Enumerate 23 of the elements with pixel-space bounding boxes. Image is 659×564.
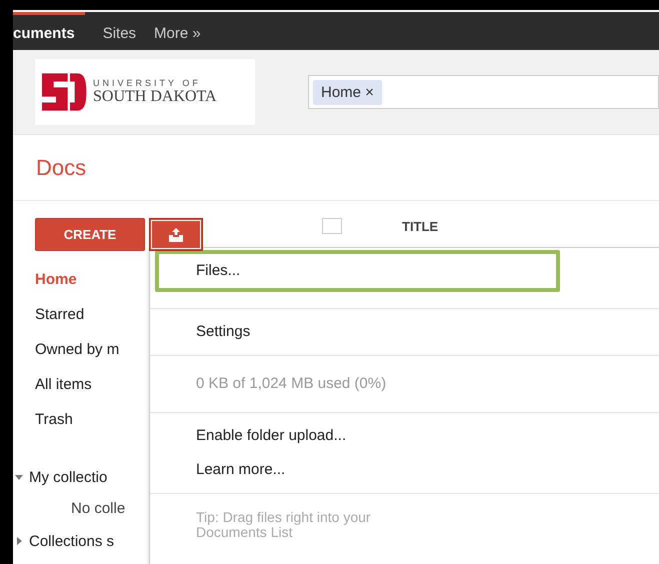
app-title: Docs [36,154,86,180]
search-field[interactable]: Home × [308,75,659,109]
logo-text: UNIVERSITY OF [93,78,202,88]
sidebar-item[interactable]: All items [35,374,149,395]
menu-item[interactable]: Enable folder upload... [150,419,659,453]
logo-text: SOUTH DAKOTA [93,88,217,106]
create-button[interactable]: CREATE [35,218,145,251]
menu-item[interactable]: Files... [155,250,560,292]
sidebar-item[interactable]: Owned by m [35,339,149,360]
nav-link[interactable]: Sites [102,12,136,50]
sidebar-item[interactable]: Starred [35,304,149,325]
storage-usage-text: 0 KB of 1,024 MB used (0%) [195,374,388,394]
menu-item[interactable]: Settings [150,315,659,349]
sidebar-item[interactable]: Trash [35,409,149,430]
column-header[interactable]: TITLE [402,218,438,234]
collection-item[interactable]: My collectio [29,468,108,486]
sidebar-item[interactable]: Home [35,269,149,290]
empty-collection-note: No colle [70,499,126,519]
tip-text: Tip: Drag files right into your Documents List [195,508,372,540]
nav-link[interactable]: More » [154,12,201,50]
menu-item[interactable]: Learn more... [150,453,659,487]
filter-chip[interactable]: Home × [313,80,382,104]
collection-item[interactable]: Collections s [29,532,114,550]
